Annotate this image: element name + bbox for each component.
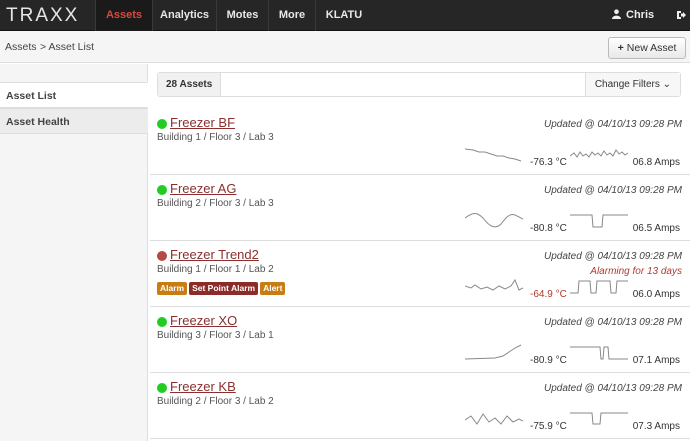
asset-updated: Updated @ 04/10/13 09:28 PM: [543, 119, 682, 130]
status-ok-icon: [157, 119, 167, 129]
nav-motes[interactable]: Motes: [217, 0, 268, 31]
plus-icon: +: [617, 42, 624, 54]
temperature-sparkline: [465, 148, 522, 162]
asset-name-link[interactable]: Freezer BF: [170, 115, 235, 130]
current-sparkline: [570, 346, 628, 360]
sidebar-item-asset-health[interactable]: Asset Health: [0, 108, 148, 134]
asset-amps: 07.3 Amps: [632, 421, 680, 432]
alarm-badges: Alarm Set Point Alarm Alert: [157, 282, 287, 295]
asset-name-link[interactable]: Freezer KB: [170, 379, 236, 394]
breadcrumb-assets[interactable]: Assets: [5, 41, 37, 53]
asset-location: Building 2 / Floor 3 / Lab 2: [157, 396, 274, 407]
set-point-alarm-badge[interactable]: Set Point Alarm: [189, 282, 259, 295]
asset-row: Freezer XO Building 3 / Floor 3 / Lab 1 …: [150, 307, 690, 373]
temperature-sparkline: [465, 413, 523, 425]
user-icon: [612, 9, 621, 19]
current-sparkline: [570, 412, 628, 425]
asset-list-header: 28 Assets Change Filters ⌄: [157, 72, 681, 97]
current-sparkline: [570, 280, 628, 294]
brand-logo[interactable]: TRAXX: [6, 5, 79, 27]
sidebar-item-asset-list[interactable]: Asset List: [0, 82, 148, 108]
nav-assets[interactable]: Assets: [96, 0, 152, 31]
asset-temperature: -64.9 °C: [530, 289, 567, 300]
current-sparkline: [570, 149, 628, 158]
status-ok-icon: [157, 383, 167, 393]
user-menu[interactable]: Chris: [612, 0, 654, 31]
asset-name-link[interactable]: Freezer Trend2: [170, 247, 259, 262]
breadcrumb-current: > Asset List: [40, 41, 94, 53]
alert-badge[interactable]: Alert: [260, 282, 286, 295]
breadcrumb-bar: Assets > Asset List: [0, 31, 690, 63]
asset-temperature: -76.3 °C: [530, 157, 567, 168]
asset-amps: 06.8 Amps: [632, 157, 680, 168]
asset-row: Freezer Trend2 Building 1 / Floor 1 / La…: [150, 241, 690, 307]
sidebar: Asset List Asset Health: [0, 64, 148, 441]
asset-row: Freezer AG Building 2 / Floor 3 / Lab 3 …: [150, 175, 690, 241]
asset-amps: 06.0 Amps: [632, 289, 680, 300]
change-filters-dropdown[interactable]: Change Filters ⌄: [584, 73, 680, 96]
asset-location: Building 1 / Floor 1 / Lab 2: [157, 264, 274, 275]
asset-count: 28 Assets: [158, 73, 222, 96]
nav-analytics[interactable]: Analytics: [153, 0, 216, 31]
status-alarm-icon: [157, 251, 167, 261]
status-ok-icon: [157, 317, 167, 327]
asset-updated: Updated @ 04/10/13 09:28 PM: [543, 383, 682, 394]
temperature-sparkline: [465, 344, 522, 360]
temperature-sparkline: [465, 213, 523, 228]
asset-location: Building 2 / Floor 3 / Lab 3: [157, 198, 274, 209]
asset-name-link[interactable]: Freezer AG: [170, 181, 236, 196]
asset-updated: Updated @ 04/10/13 09:28 PM: [543, 317, 682, 328]
alarm-badge[interactable]: Alarm: [157, 282, 188, 295]
asset-amps: 06.5 Amps: [632, 223, 680, 234]
asset-temperature: -80.9 °C: [530, 355, 567, 366]
asset-row: Freezer BF Building 1 / Floor 3 / Lab 3 …: [150, 109, 690, 175]
new-asset-button[interactable]: + New Asset: [608, 37, 686, 59]
asset-name-link[interactable]: Freezer XO: [170, 313, 237, 328]
asset-updated: Updated @ 04/10/13 09:28 PM: [543, 251, 682, 262]
temperature-sparkline: [465, 278, 523, 291]
logout-icon[interactable]: [676, 10, 686, 20]
current-sparkline: [570, 214, 628, 228]
top-navbar: TRAXX Assets Analytics Motes More KLATU …: [0, 0, 690, 31]
asset-amps: 07.1 Amps: [632, 355, 680, 366]
asset-temperature: -80.8 °C: [530, 223, 567, 234]
nav-klatu[interactable]: KLATU: [316, 0, 372, 31]
asset-location: Building 1 / Floor 3 / Lab 3: [157, 132, 274, 143]
user-name: Chris: [626, 9, 655, 21]
new-asset-label: New Asset: [626, 42, 677, 54]
asset-updated: Updated @ 04/10/13 09:28 PM: [543, 185, 682, 196]
status-ok-icon: [157, 185, 167, 195]
asset-row: Freezer KB Building 2 / Floor 3 / Lab 2 …: [150, 373, 690, 439]
asset-temperature: -75.9 °C: [530, 421, 567, 432]
asset-location: Building 3 / Floor 3 / Lab 1: [157, 330, 274, 341]
nav-more[interactable]: More: [269, 0, 315, 31]
